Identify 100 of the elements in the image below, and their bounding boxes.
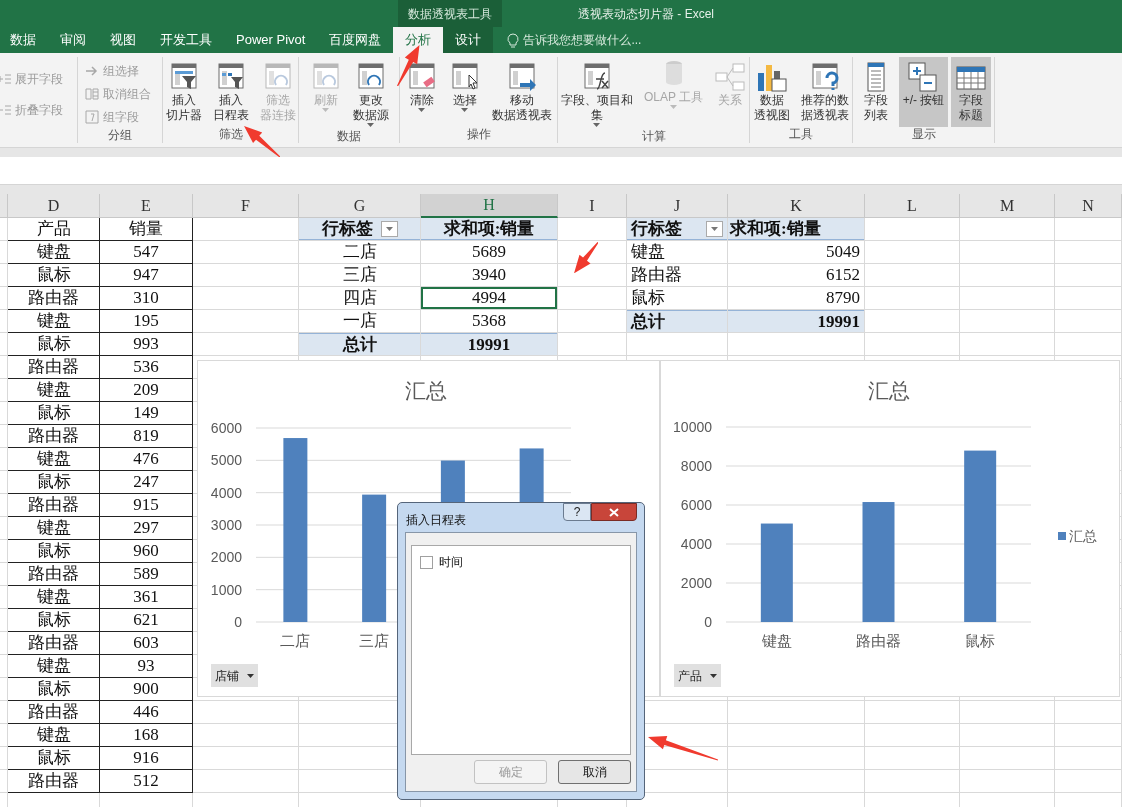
column-header[interactable]: I: [558, 194, 627, 218]
column-header[interactable]: L: [865, 194, 960, 218]
ribbon-button[interactable]: 更改 数据源: [348, 57, 393, 129]
column-header[interactable]: E: [100, 194, 193, 218]
table-cell-text: 476: [132, 448, 160, 470]
ribbon-button[interactable]: 字段 列表: [855, 57, 896, 127]
table-cell-text: 键盘: [35, 379, 72, 401]
caret-icon: [385, 226, 393, 231]
chart-filter-button[interactable]: 产品: [674, 664, 721, 687]
table-cell: 4994: [421, 287, 557, 309]
ungroup-icon: [84, 85, 100, 102]
table-cell-text: 589: [132, 563, 160, 585]
empty-cell: [1055, 724, 1122, 747]
table-cell-text: 键盘: [35, 586, 72, 608]
legend-label: 汇总: [1069, 528, 1097, 544]
chart-title: 汇总: [405, 378, 447, 404]
group-label: 筛选: [217, 127, 244, 143]
table-cell-text: 149: [132, 402, 160, 424]
table-cell-text: 销量: [128, 218, 164, 240]
table-cell-text: 鼠标: [35, 333, 72, 355]
column-header[interactable]: H: [421, 194, 558, 218]
group-label: 计算: [640, 129, 667, 145]
table-cell-text: 路由器: [27, 425, 80, 447]
table-cell-text: 621: [132, 609, 160, 631]
table-cell-text: 四店: [341, 287, 378, 309]
table-cell-text: 三店: [341, 264, 378, 286]
axis-label: 6000: [680, 497, 712, 513]
close-button[interactable]: [591, 503, 637, 521]
chart-title: 汇总: [868, 378, 910, 404]
ribbon-button[interactable]: 数据 透视图: [749, 57, 794, 127]
ribbon-button[interactable]: 插入 切片器: [161, 57, 206, 127]
table-cell-text: 297: [132, 517, 160, 539]
column-header[interactable]: D: [8, 194, 100, 218]
ribbon-tab[interactable]: 百度网盘: [317, 27, 394, 53]
total-cell: 19991: [728, 310, 864, 332]
window-title: 透视表动态切片器 - Excel: [578, 5, 714, 23]
dialog-button[interactable]: 取消: [558, 760, 631, 784]
column-header[interactable]: F: [193, 194, 299, 218]
axis-label: 2000: [210, 549, 242, 566]
table-cell-text: 536: [132, 356, 160, 378]
table-cell-text: 993: [132, 333, 160, 355]
table-cell-text: 603: [132, 632, 160, 654]
table-cell-text: 900: [132, 678, 160, 700]
table-cell-text: 一店: [341, 310, 378, 332]
chart-filter-button[interactable]: 店铺: [211, 664, 258, 687]
ribbon-tab[interactable]: 开发工具: [148, 27, 224, 53]
caret-icon: [461, 108, 468, 112]
table-cell-text: 路由器: [27, 563, 80, 585]
table-cell-text: 路由器: [27, 632, 80, 654]
table-cell-text: 鼠标: [35, 747, 72, 769]
table-cell-text: 路由器: [27, 770, 80, 792]
help-button[interactable]: ?: [563, 503, 591, 521]
table-cell-text: 路由器: [27, 701, 80, 723]
table-cell-text: 路由器: [27, 287, 80, 309]
category-label: 键盘: [761, 632, 792, 649]
ribbon-tab[interactable]: 分析: [393, 27, 444, 53]
checkbox-row[interactable]: 时间: [420, 553, 622, 571]
ribbon-button[interactable]: 字段、项目和 集: [556, 57, 637, 129]
ribbon-button[interactable]: 移动 数据透视表: [487, 57, 556, 127]
group-label: 分组: [107, 128, 133, 144]
tell-me-placeholder: 告诉我您想要做什么...: [523, 32, 642, 49]
ribbon-tab[interactable]: 设计: [443, 27, 494, 53]
ribbon-tab[interactable]: 审阅: [48, 27, 98, 53]
group-field-icon: [84, 108, 100, 125]
tell-me-field[interactable]: 告诉我您想要做什么...: [507, 27, 642, 53]
checkbox[interactable]: [420, 555, 433, 569]
table-cell-text: 3940: [471, 264, 507, 286]
header-cell: 求和项:销量: [728, 218, 864, 240]
ribbon-tab[interactable]: Power Pivot: [224, 27, 318, 53]
axis-label: 3000: [210, 517, 242, 533]
table-cell-text: 960: [132, 540, 160, 562]
caret-icon: [710, 673, 717, 678]
table-cell-text: 5689: [471, 241, 507, 263]
table-cell-text: 6152: [825, 264, 861, 286]
ribbon-tab[interactable]: 数据: [0, 27, 48, 53]
ribbon-button[interactable]: 字段 标题: [951, 57, 992, 127]
column-header[interactable]: M: [960, 194, 1055, 218]
ribbon-button[interactable]: 插入 日程表: [208, 57, 253, 127]
ribbon-button[interactable]: 推荐的数 据透视表: [796, 57, 853, 127]
table-cell-text: 键盘: [35, 655, 72, 677]
table-cell-text: 鼠标: [35, 540, 72, 562]
table-cell-text: 键盘: [35, 448, 72, 470]
column-header[interactable]: N: [1055, 194, 1122, 218]
table-cell-text: 键盘: [630, 241, 666, 263]
empty-cell: [1055, 241, 1122, 264]
ribbon-tab[interactable]: 视图: [98, 27, 148, 53]
empty-cell: [1055, 287, 1122, 310]
header-label: 行标签: [321, 217, 373, 240]
table-cell-text: 键盘: [35, 517, 72, 539]
caret-icon: [711, 226, 718, 231]
filter-dropdown-button[interactable]: [380, 220, 398, 237]
ribbon-button[interactable]: +/- 按钮: [898, 57, 949, 127]
axis-label: 0: [234, 614, 242, 630]
ribbon-button[interactable]: 选择: [444, 57, 485, 127]
header-cell: 求和项:销量: [421, 218, 557, 240]
table-cell-text: 915: [132, 494, 160, 516]
close-icon: [609, 507, 619, 517]
table-cell-text: 8790: [825, 287, 861, 309]
category-label: 三店: [359, 632, 390, 649]
filter-dropdown-button[interactable]: [706, 220, 723, 237]
